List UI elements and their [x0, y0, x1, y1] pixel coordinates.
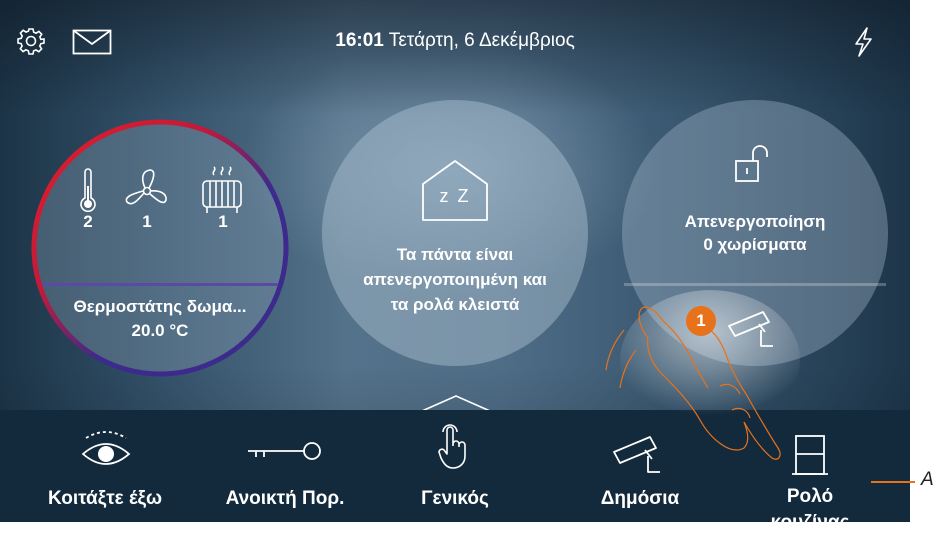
night-scene-line-2: απενεργοποιημένη και	[363, 270, 547, 289]
shortcut-open-door[interactable]: Ανοικτή Πορ.	[200, 410, 370, 522]
callout-line	[871, 481, 915, 483]
alarm-divider	[624, 283, 886, 286]
thermostat-temperature: 20.0 °C	[131, 321, 189, 340]
mail-icon[interactable]	[72, 29, 112, 55]
fan-count: 1	[142, 212, 152, 231]
hand-touch-icon	[438, 424, 466, 469]
thermostat-name: Θερμοστάτης δωμα...	[73, 297, 247, 316]
thermometer-count: 2	[83, 212, 93, 231]
shortcut-label: Ρολό κουζίνας	[740, 484, 880, 522]
night-scene-line-1: Τα πάντα είναι	[396, 245, 514, 264]
thermostat-divider	[42, 283, 278, 286]
shortcut-label: Γενικός	[421, 488, 489, 509]
clock-time: 16:01	[335, 30, 384, 51]
night-scenario-widget[interactable]	[322, 100, 588, 366]
key-icon	[248, 442, 321, 460]
alarm-zones: 0 χωρίσματα	[703, 235, 807, 254]
eye-icon	[81, 431, 131, 465]
shortcut-label-line-2: κουζίνας	[771, 512, 850, 522]
shortcut-bar: Κοιτάξτε έξω Ανοικτή Πορ. Γενικός Δημόσι…	[0, 410, 910, 522]
callout-label: A	[921, 469, 934, 490]
shortcut-label: Κοιτάξτε έξω	[47, 488, 163, 509]
gear-icon[interactable]	[16, 26, 46, 56]
shortcut-public[interactable]: Δημόσια	[560, 410, 720, 522]
shortcut-general[interactable]: Γενικός	[380, 410, 530, 522]
radiator-count: 1	[218, 212, 228, 231]
date-text: Τετάρτη, 6 Δεκέμβριος	[388, 30, 575, 51]
alarm-status: Απενεργοποίηση	[684, 212, 826, 231]
shortcut-label: Ανοικτή Πορ.	[225, 488, 345, 509]
padlock-open-icon	[735, 145, 768, 182]
shortcut-label-line-1: Ρολό	[786, 486, 834, 507]
shortcut-label: Δημόσια	[600, 488, 680, 509]
shortcut-kitchen-blind[interactable]: Ρολό κουζίνας	[740, 410, 880, 522]
radiator-icon	[202, 166, 242, 213]
thermometer-icon	[80, 168, 96, 213]
sleep-zz-text: z Z	[439, 186, 471, 206]
blind-icon	[792, 435, 828, 475]
device-screen: 16:01 Τετάρτη, 6 Δεκέμβριος 2 1 1 Θερμοσ…	[0, 0, 910, 522]
camera-icon	[613, 436, 660, 473]
date-time-display: 16:01 Τετάρτη, 6 Δεκέμβριος	[250, 30, 660, 52]
camera-icon	[728, 311, 773, 347]
shortcut-look-outside[interactable]: Κοιτάξτε έξω	[20, 410, 190, 522]
bolt-icon[interactable]	[850, 26, 876, 58]
night-scene-line-3: τα ρολά κλειστά	[390, 295, 520, 314]
fan-icon	[125, 169, 167, 205]
step-marker: 1	[686, 306, 716, 336]
